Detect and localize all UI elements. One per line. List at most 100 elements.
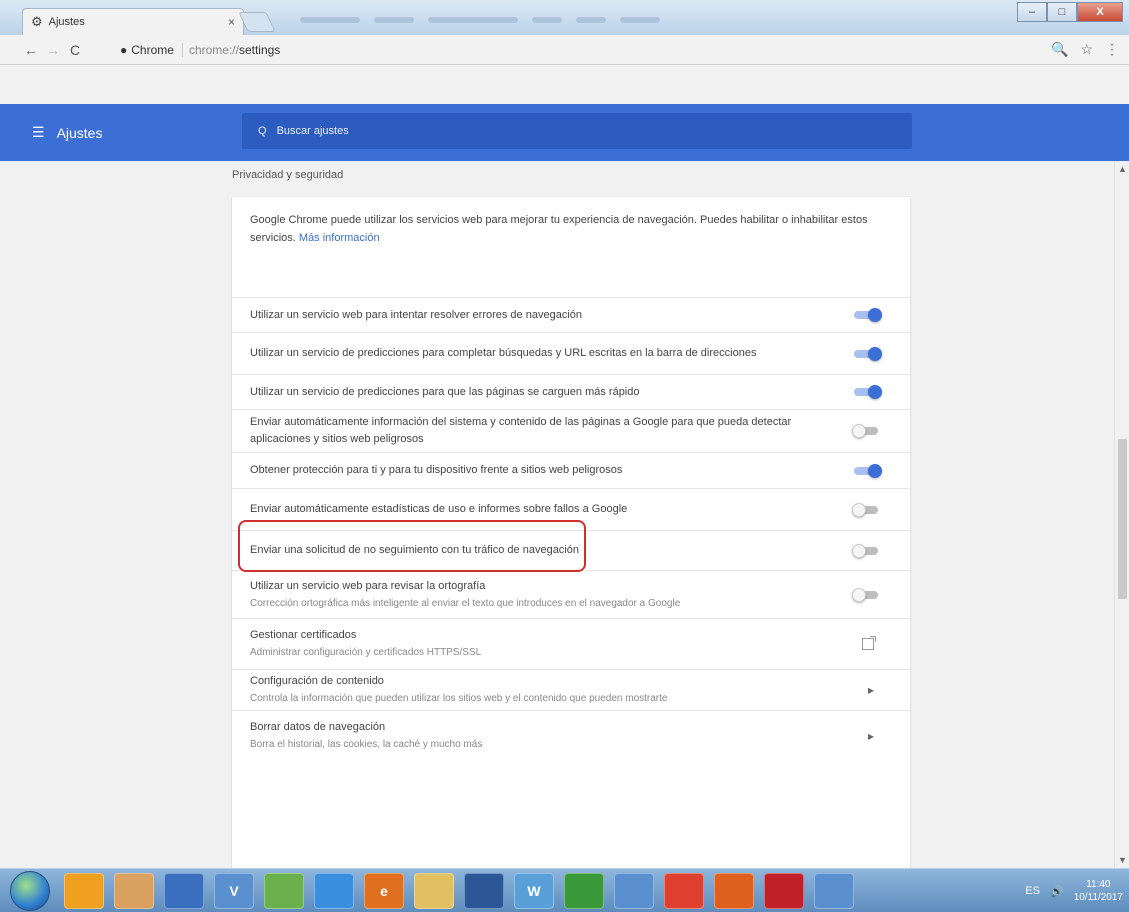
tab-close-icon[interactable]: × [228, 15, 235, 29]
learn-more-link[interactable]: Más información [299, 232, 380, 244]
setting-text: Gestionar certificados Administrar config… [250, 627, 862, 661]
clock[interactable]: 11:40 10/11/2017 [1074, 878, 1123, 904]
close-window-button[interactable]: X [1077, 2, 1123, 22]
taskbar-app[interactable] [64, 872, 104, 909]
setting-text: Enviar automáticamente información del s… [250, 414, 852, 448]
setting-description: Corrección ortográfica más inteligente a… [250, 597, 681, 609]
clock-date: 10/11/2017 [1073, 892, 1123, 903]
windows-taskbar: Ve W ES 🔊 11:40 10/11/2017 [0, 868, 1129, 912]
secure-label: Chrome [131, 43, 174, 57]
setting-description: Controla la información que pueden utili… [250, 693, 668, 704]
minimize-button[interactable]: – [1017, 2, 1047, 22]
zoom-icon[interactable]: 🔍 [1051, 41, 1068, 58]
reload-button[interactable]: C [64, 42, 86, 58]
taskbar-app[interactable] [614, 872, 654, 909]
setting-label: Gestionar certificados [250, 629, 357, 641]
taskbar-app[interactable] [664, 872, 704, 909]
setting-row[interactable]: Utilizar un servicio web para revisar la… [232, 570, 910, 618]
open-external-icon[interactable] [862, 636, 876, 650]
setting-label: Enviar una solicitud de no seguimiento c… [250, 544, 579, 556]
setting-label: Utilizar un servicio de predicciones par… [250, 347, 757, 359]
system-tray: ES 🔊 11:40 10/11/2017 [1025, 869, 1129, 912]
url-path: settings [238, 43, 281, 57]
setting-text: Utilizar un servicio web para revisar la… [250, 578, 852, 612]
setting-toggle[interactable] [852, 385, 882, 399]
setting-text: Borrar datos de navegación Borra el histo… [250, 719, 868, 753]
back-button[interactable]: ← [20, 42, 42, 58]
tab-settings[interactable]: ⚙ Ajustes × [22, 8, 244, 35]
setting-row[interactable]: Borrar datos de navegación Borra el histo… [232, 710, 910, 760]
gear-icon: ⚙ [31, 14, 43, 29]
site-info-chip[interactable]: ● Chrome [120, 43, 183, 57]
taskbar-app[interactable] [764, 872, 804, 909]
background-tabs [300, 10, 750, 30]
bookmark-star-icon[interactable]: ☆ [1080, 41, 1093, 58]
setting-toggle[interactable] [852, 308, 882, 322]
chrome-page-icon: ● [120, 43, 128, 57]
forward-button[interactable]: → [42, 42, 64, 58]
search-icon: Q [258, 125, 267, 137]
volume-icon[interactable]: 🔊 [1050, 885, 1064, 898]
window-controls: – □ X [1017, 2, 1123, 22]
chevron-right-icon[interactable]: ▸ [868, 683, 874, 697]
setting-row[interactable]: Utilizar un servicio de predicciones par… [232, 332, 910, 374]
scroll-down-arrow-icon[interactable]: ▼ [1118, 855, 1127, 865]
section-title: Privacidad y seguridad [232, 169, 344, 181]
tab-title: Ajustes [48, 16, 85, 28]
setting-label: Utilizar un servicio web para intentar r… [250, 308, 582, 321]
taskbar-app[interactable] [714, 872, 754, 909]
setting-toggle[interactable] [852, 346, 882, 361]
address-bar[interactable]: ● Chrome chrome://settings [120, 39, 1020, 61]
clock-time: 11:40 [1086, 879, 1111, 890]
setting-row[interactable]: Obtener protección para ti y para tu dis… [232, 452, 910, 488]
setting-toggle[interactable] [852, 543, 882, 558]
setting-label: Enviar automáticamente información del s… [250, 416, 792, 445]
setting-row[interactable]: Utilizar un servicio web para intentar r… [232, 297, 910, 332]
setting-row[interactable]: Gestionar certificados Administrar config… [232, 618, 910, 669]
taskbar-app[interactable]: e [364, 872, 404, 909]
settings-content: Privacidad y seguridad Google Chrome pue… [0, 161, 1114, 868]
search-input[interactable]: Q Buscar ajustes [242, 113, 912, 149]
chevron-right-icon[interactable]: ▸ [868, 729, 874, 743]
setting-text: Enviar automáticamente estadísticas de u… [250, 501, 852, 518]
taskbar-app[interactable] [164, 872, 204, 909]
setting-row[interactable]: Enviar automáticamente información del s… [232, 409, 910, 452]
privacy-card: Google Chrome puede utilizar los servici… [232, 197, 910, 868]
setting-text: Utilizar un servicio de predicciones par… [250, 345, 852, 362]
menu-icon[interactable]: ⋮ [1105, 41, 1119, 58]
setting-toggle[interactable] [852, 502, 882, 517]
header-title-group: ☰ Ajustes [32, 124, 102, 141]
taskbar-app[interactable] [314, 872, 354, 909]
maximize-button[interactable]: □ [1047, 2, 1077, 22]
scroll-up-arrow-icon[interactable]: ▲ [1118, 164, 1127, 174]
setting-label: Enviar automáticamente estadísticas de u… [250, 503, 628, 515]
setting-text: Utilizar un servicio de predicciones par… [250, 384, 852, 401]
taskbar-app[interactable] [264, 872, 304, 909]
setting-toggle[interactable] [852, 424, 882, 438]
taskbar-app[interactable] [814, 872, 854, 909]
taskbar-app[interactable] [564, 872, 604, 909]
scroll-thumb[interactable] [1118, 439, 1127, 599]
taskbar-app[interactable]: V [214, 872, 254, 909]
setting-row[interactable]: Enviar automáticamente estadísticas de u… [232, 488, 910, 530]
search-placeholder: Buscar ajustes [276, 125, 349, 137]
setting-row[interactable]: Configuración de contenido Controla la in… [232, 669, 910, 710]
taskbar-app[interactable] [114, 872, 154, 909]
taskbar-app[interactable] [414, 872, 454, 909]
start-button[interactable] [10, 870, 50, 911]
language-indicator[interactable]: ES [1025, 885, 1040, 897]
intro-text: Google Chrome puede utilizar los servici… [250, 211, 890, 247]
setting-text: Configuración de contenido Controla la in… [250, 673, 868, 707]
hamburger-menu-icon[interactable]: ☰ [32, 124, 45, 141]
setting-toggle[interactable] [852, 463, 882, 478]
setting-row[interactable]: Enviar una solicitud de no seguimiento c… [232, 530, 910, 570]
setting-row[interactable]: Utilizar un servicio de predicciones par… [232, 374, 910, 409]
setting-toggle[interactable] [852, 587, 882, 602]
settings-header: ☰ Ajustes Q Buscar ajustes [0, 104, 1129, 161]
taskbar-app[interactable]: W [514, 872, 554, 909]
scrollbar[interactable]: ▲ ▼ [1114, 161, 1129, 868]
setting-description: Administrar configuración y certificados… [250, 647, 482, 658]
taskbar-app[interactable] [464, 872, 504, 909]
taskbar-apps: Ve W [64, 872, 964, 909]
window-titlebar: ⚙ Ajustes × – □ X [0, 0, 1129, 35]
